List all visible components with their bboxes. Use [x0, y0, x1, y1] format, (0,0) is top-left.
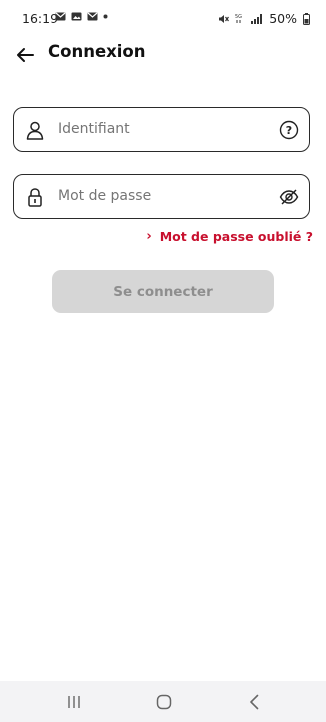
- password-field[interactable]: [13, 174, 310, 219]
- forgot-password-link[interactable]: › Mot de passe oublié ?: [146, 229, 313, 244]
- back-nav-icon[interactable]: [246, 693, 264, 711]
- battery-icon: [303, 12, 310, 25]
- battery-percent: 50%: [269, 11, 297, 26]
- chevron-right-icon: ›: [146, 229, 152, 244]
- eye-off-icon[interactable]: [279, 187, 299, 207]
- notification-icons: [55, 12, 108, 21]
- password-input[interactable]: [58, 188, 268, 204]
- status-bar: 16:19 5G 50%: [0, 0, 326, 38]
- message-icon: [87, 12, 98, 21]
- system-navigation-bar: [0, 681, 326, 722]
- dot-icon: [103, 14, 108, 19]
- home-icon[interactable]: [155, 693, 173, 711]
- status-right: 5G 50%: [218, 11, 310, 26]
- login-button[interactable]: Se connecter: [52, 270, 274, 313]
- back-arrow-icon[interactable]: [14, 44, 36, 66]
- help-icon[interactable]: ?: [279, 120, 299, 140]
- svg-text:?: ?: [286, 124, 292, 137]
- signal-icon: [251, 13, 263, 24]
- lock-icon: [28, 188, 42, 207]
- app-header: Connexion: [0, 38, 326, 72]
- message-icon: [55, 12, 66, 21]
- status-time: 16:19: [22, 11, 59, 26]
- username-input[interactable]: [58, 121, 268, 137]
- username-field[interactable]: ?: [13, 107, 310, 152]
- mute-icon: [219, 14, 230, 23]
- user-icon: [26, 121, 44, 140]
- recent-apps-icon[interactable]: [65, 693, 83, 711]
- svg-text:5G: 5G: [235, 14, 242, 20]
- page-title: Connexion: [48, 42, 146, 61]
- image-icon: [71, 12, 82, 21]
- forgot-password-label: Mot de passe oublié ?: [159, 229, 313, 244]
- network-5g-icon: 5G: [235, 14, 242, 23]
